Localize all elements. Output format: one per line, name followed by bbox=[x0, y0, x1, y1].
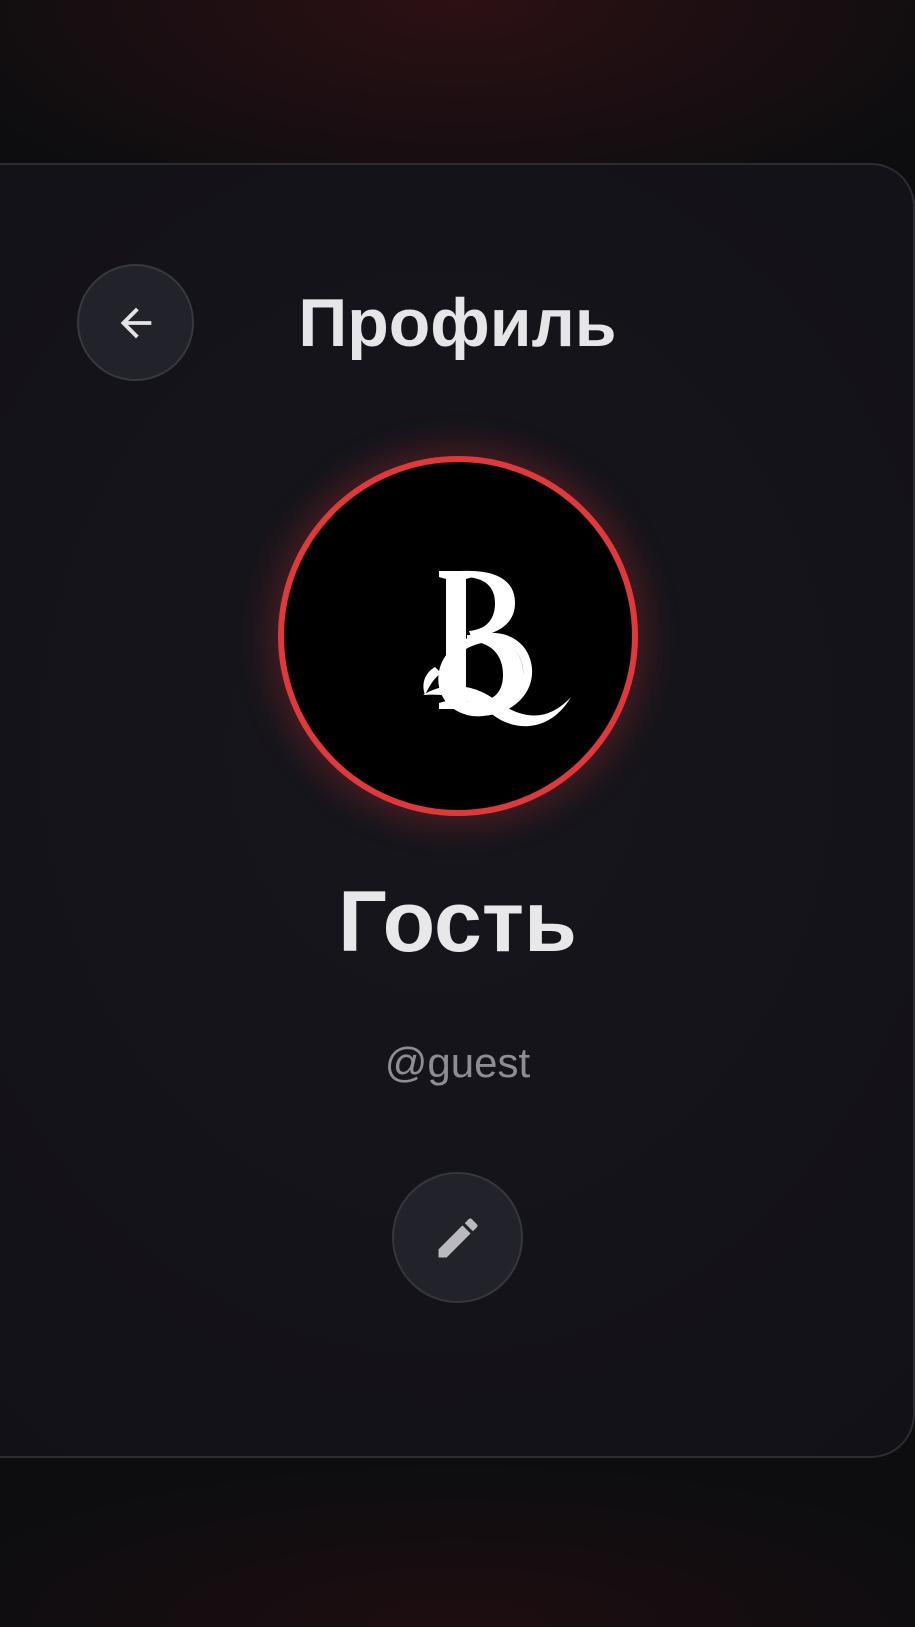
page-title: Профиль bbox=[298, 285, 617, 361]
username: @guest bbox=[384, 1039, 531, 1086]
pencil-icon bbox=[432, 1212, 484, 1264]
edit-profile-button[interactable] bbox=[392, 1172, 523, 1303]
brand-logo bbox=[423, 570, 571, 727]
display-name: Гость bbox=[338, 874, 577, 970]
avatar bbox=[278, 456, 638, 816]
